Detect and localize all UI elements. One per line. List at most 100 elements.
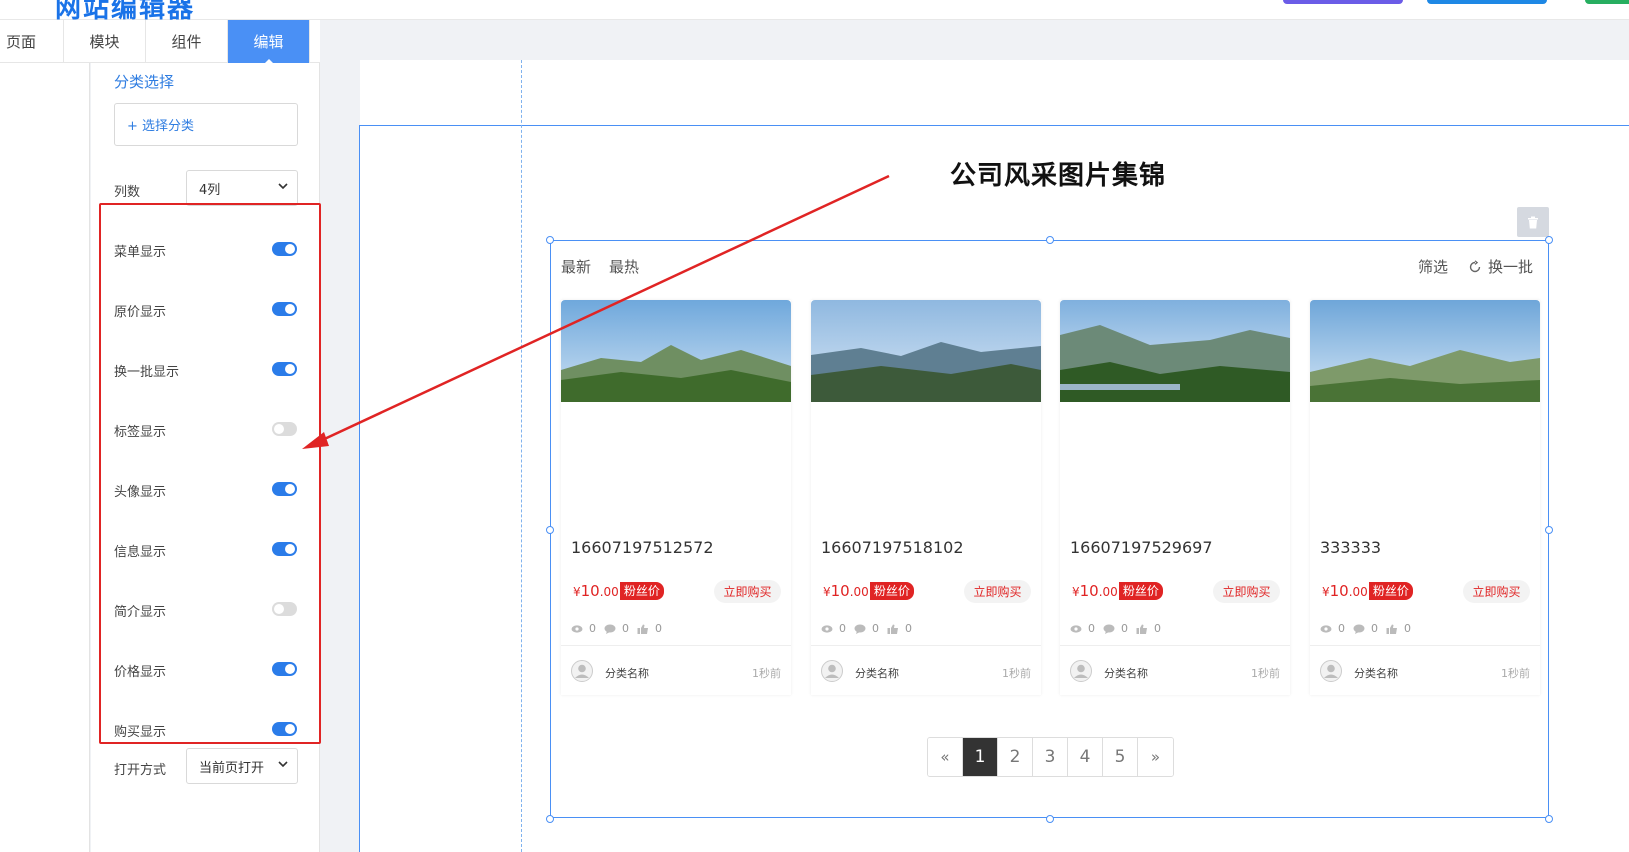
page-3[interactable]: 3 <box>1033 738 1068 776</box>
toggle-label: 原价显示 <box>114 305 167 320</box>
select-category-button[interactable]: + 选择分类 <box>114 103 298 146</box>
eye-icon <box>1070 624 1082 633</box>
price-currency: ¥ <box>1072 585 1080 599</box>
gallery-card[interactable]: 333333 ¥10.00 粉丝价 立即购买 0 0 0 分类名称 1秒前 <box>1310 300 1540 695</box>
buy-now-button[interactable]: 立即购买 <box>964 580 1031 603</box>
card-time: 1秒前 <box>1251 667 1280 680</box>
page-next[interactable]: » <box>1138 738 1173 776</box>
card-category[interactable]: 分类名称 <box>1104 665 1148 681</box>
refresh-button[interactable]: 换一批 <box>1468 256 1533 277</box>
resize-handle[interactable] <box>1545 236 1553 244</box>
resize-handle[interactable] <box>1046 815 1054 823</box>
landscape-image <box>561 300 791 402</box>
canvas-top-guide <box>359 125 1629 126</box>
card-title[interactable]: 16607197512572 <box>571 538 714 557</box>
card-image[interactable] <box>1310 300 1540 402</box>
gallery-card[interactable]: 16607197529697 ¥10.00 粉丝价 立即购买 0 0 0 分类名称 1秒前 <box>1060 300 1290 695</box>
tab-page[interactable]: 页面 <box>0 20 64 63</box>
sort-hottest[interactable]: 最热 <box>609 258 639 276</box>
toggle-knob <box>285 664 295 674</box>
like-icon <box>887 624 898 634</box>
comments-count: 0 <box>872 622 879 635</box>
landscape-image <box>1310 300 1540 402</box>
card-image[interactable] <box>1060 300 1290 402</box>
toggle-switch[interactable] <box>272 422 297 436</box>
resize-handle[interactable] <box>1046 236 1054 244</box>
likes-count: 0 <box>1404 622 1411 635</box>
resize-handle[interactable] <box>546 815 554 823</box>
page-5[interactable]: 5 <box>1103 738 1138 776</box>
refresh-label: 换一批 <box>1488 258 1534 276</box>
price-decimal: .00 <box>1098 585 1118 599</box>
toggle-knob <box>274 604 284 614</box>
columns-select[interactable]: 4列 <box>186 170 298 206</box>
toggle-label: 标签显示 <box>114 425 167 440</box>
toggle-switch[interactable] <box>272 302 297 316</box>
like-icon <box>1386 624 1397 634</box>
top-button-blue[interactable] <box>1427 0 1547 4</box>
card-stats: 0 0 0 <box>571 622 670 635</box>
gallery-card[interactable]: 16607197518102 ¥10.00 粉丝价 立即购买 0 0 0 分类名称 1秒前 <box>811 300 1041 695</box>
toggle-switch[interactable] <box>272 542 297 556</box>
resize-handle[interactable] <box>546 526 554 534</box>
toggle-switch[interactable] <box>272 242 297 256</box>
sort-tabs: 最新 最热 <box>561 256 657 277</box>
eye-icon <box>571 624 583 633</box>
columns-label: 列数 <box>114 185 141 200</box>
card-category[interactable]: 分类名称 <box>1354 665 1398 681</box>
card-price: ¥10.00 粉丝价 <box>823 582 914 601</box>
toggle-switch[interactable] <box>272 362 297 376</box>
toggle-switch[interactable] <box>272 482 297 496</box>
page-prev[interactable]: « <box>928 738 963 776</box>
toggle-knob <box>285 304 295 314</box>
card-price: ¥10.00 粉丝价 <box>1322 582 1413 601</box>
price-currency: ¥ <box>823 585 831 599</box>
toggle-label: 购买显示 <box>114 725 167 740</box>
toggle-knob <box>285 364 295 374</box>
top-button-purple[interactable] <box>1283 0 1403 4</box>
card-category[interactable]: 分类名称 <box>855 665 899 681</box>
page-4[interactable]: 4 <box>1068 738 1103 776</box>
open-mode-select[interactable]: 当前页打开 <box>186 748 298 784</box>
card-image[interactable] <box>811 300 1041 402</box>
top-button-green[interactable] <box>1585 0 1629 4</box>
tab-edit[interactable]: 编辑 <box>228 20 310 64</box>
price-decimal: .00 <box>849 585 869 599</box>
views-count: 0 <box>839 622 846 635</box>
card-title[interactable]: 16607197529697 <box>1070 538 1213 557</box>
tab-component[interactable]: 组件 <box>146 20 228 63</box>
card-image[interactable] <box>561 300 791 402</box>
card-price: ¥10.00 粉丝价 <box>1072 582 1163 601</box>
gallery-card[interactable]: 16607197512572 ¥10.00 粉丝价 立即购买 0 0 0 分类名称 1秒前 <box>561 300 791 695</box>
toggle-switch[interactable] <box>272 602 297 616</box>
likes-count: 0 <box>1154 622 1161 635</box>
delete-module-button[interactable] <box>1517 207 1549 237</box>
card-title[interactable]: 16607197518102 <box>821 538 964 557</box>
resize-handle[interactable] <box>1545 526 1553 534</box>
price-integer: 10 <box>1329 582 1349 600</box>
card-category[interactable]: 分类名称 <box>605 665 649 681</box>
landscape-image <box>1060 300 1290 402</box>
buy-now-button[interactable]: 立即购买 <box>1213 580 1280 603</box>
page-2[interactable]: 2 <box>998 738 1033 776</box>
filter-link[interactable]: 筛选 <box>1418 256 1448 277</box>
views-count: 0 <box>1088 622 1095 635</box>
card-title[interactable]: 333333 <box>1320 538 1381 557</box>
toggle-switch[interactable] <box>272 722 297 736</box>
buy-now-button[interactable]: 立即购买 <box>714 580 781 603</box>
toggle-knob <box>274 424 284 434</box>
toggle-row: 购买显示 <box>91 720 320 740</box>
buy-now-button[interactable]: 立即购买 <box>1463 580 1530 603</box>
canvas-left-guide <box>359 125 360 852</box>
comments-count: 0 <box>622 622 629 635</box>
resize-handle[interactable] <box>1545 815 1553 823</box>
gallery-heading: 公司风采图片集锦 <box>950 161 1167 191</box>
price-integer: 10 <box>580 582 600 600</box>
tab-module[interactable]: 模块 <box>64 20 146 63</box>
avatar <box>821 660 843 682</box>
toggle-switch[interactable] <box>272 662 297 676</box>
likes-count: 0 <box>905 622 912 635</box>
sort-newest[interactable]: 最新 <box>561 258 591 276</box>
page-1[interactable]: 1 <box>963 738 998 776</box>
resize-handle[interactable] <box>546 236 554 244</box>
